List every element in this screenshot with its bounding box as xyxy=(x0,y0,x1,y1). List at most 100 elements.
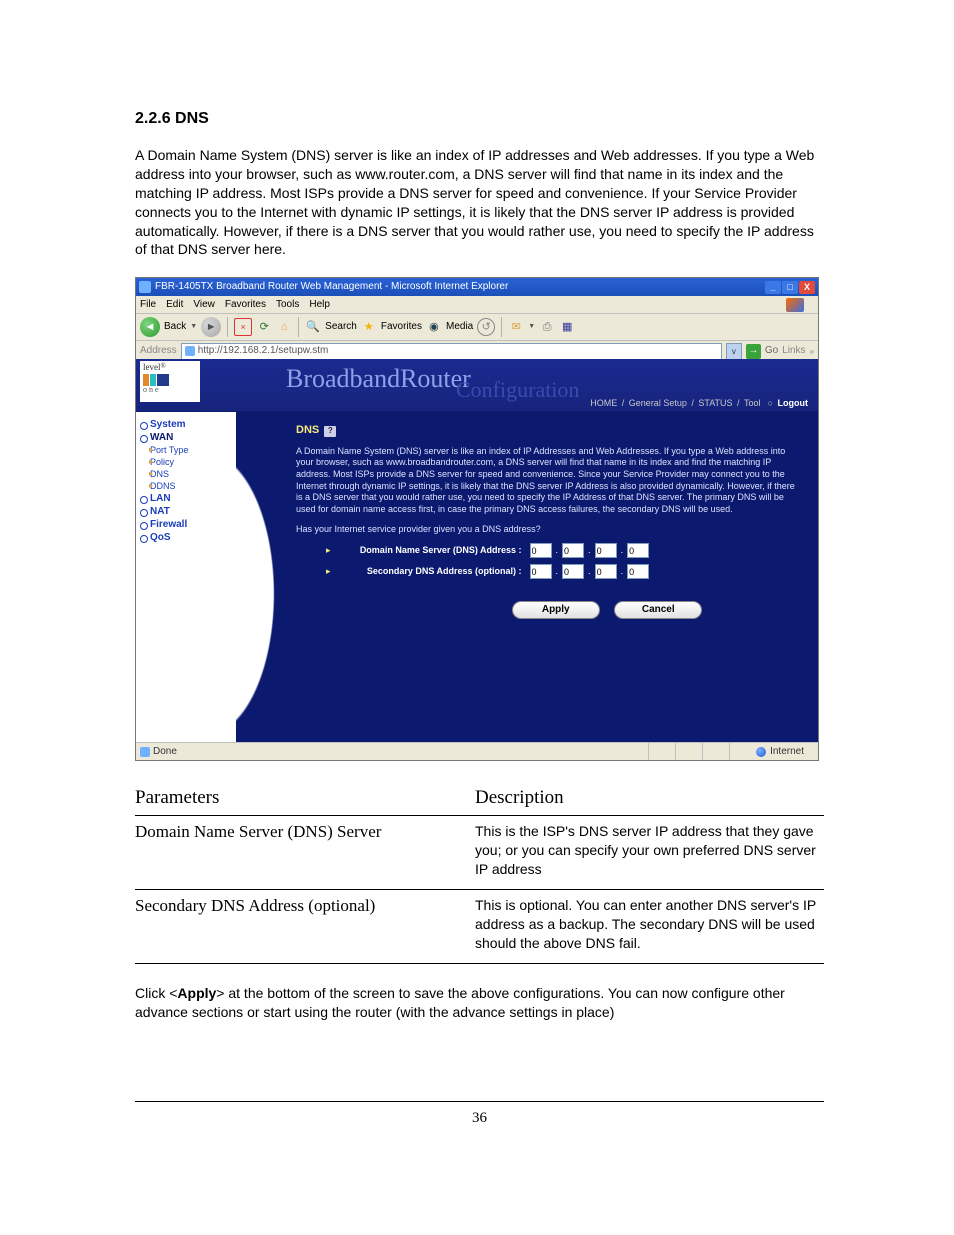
menubar: File Edit View Favorites Tools Help xyxy=(136,296,818,314)
status-bar: Done Internet xyxy=(136,742,818,760)
url-dropdown-icon[interactable]: v xyxy=(726,343,742,360)
nav-dns[interactable]: DNS xyxy=(140,469,232,480)
back-label[interactable]: Back xyxy=(164,321,186,333)
primary-dns-row: ▸ Domain Name Server (DNS) Address : . .… xyxy=(326,543,798,558)
param-desc: This is the ISP's DNS server IP address … xyxy=(475,822,824,879)
nav-qos[interactable]: QoS xyxy=(140,532,232,544)
intro-paragraph: A Domain Name System (DNS) server is lik… xyxy=(135,146,824,259)
col-description: Description xyxy=(475,787,824,809)
dns-prompt: Has your Internet service provider given… xyxy=(296,524,798,536)
nav-lan[interactable]: LAN xyxy=(140,493,232,505)
nav-firewall[interactable]: Firewall xyxy=(140,519,232,531)
done-icon xyxy=(140,747,150,757)
stop-icon[interactable]: × xyxy=(234,318,252,336)
cancel-button[interactable]: Cancel xyxy=(614,601,702,619)
section-heading: 2.2.6 DNS xyxy=(135,110,824,128)
edit-icon[interactable]: ▦ xyxy=(559,319,575,335)
banner-subtitle: Configuration xyxy=(456,377,579,403)
browser-window: FBR-1405TX Broadband Router Web Manageme… xyxy=(135,277,819,761)
top-link-logout[interactable]: Logout xyxy=(778,398,809,408)
window-title: FBR-1405TX Broadband Router Web Manageme… xyxy=(155,281,508,293)
nav-port-type[interactable]: Port Type xyxy=(140,445,232,456)
menu-help[interactable]: Help xyxy=(309,299,330,311)
dns2-octet-d[interactable] xyxy=(627,564,649,579)
help-icon[interactable]: ? xyxy=(324,426,336,437)
param-name: Secondary DNS Address (optional) xyxy=(135,896,475,953)
dns1-octet-a[interactable] xyxy=(530,543,552,558)
col-parameters: Parameters xyxy=(135,787,475,809)
sidebar: System WAN Port Type Policy DNS DDNS LAN… xyxy=(136,412,236,743)
minimize-button[interactable]: _ xyxy=(765,281,781,294)
favorites-icon[interactable]: ★ xyxy=(361,319,377,335)
mail-dropdown-icon[interactable]: ▼ xyxy=(528,323,535,331)
status-done: Done xyxy=(153,746,177,758)
top-link-tool[interactable]: Tool xyxy=(744,398,761,408)
links-label[interactable]: Links xyxy=(782,345,805,357)
titlebar: FBR-1405TX Broadband Router Web Manageme… xyxy=(136,278,818,296)
menu-favorites[interactable]: Favorites xyxy=(225,299,266,311)
param-name: Domain Name Server (DNS) Server xyxy=(135,822,475,879)
internet-zone-icon xyxy=(756,747,766,757)
page-number: 36 xyxy=(135,1101,824,1127)
forward-button[interactable]: ► xyxy=(201,317,221,337)
home-icon[interactable]: ⌂ xyxy=(276,319,292,335)
parameters-table: Parameters Description Domain Name Serve… xyxy=(135,787,824,963)
toolbar: ◄ Back ▼ ► × ⟳ ⌂ 🔍 Search ★ Favorites ◉ … xyxy=(136,314,818,341)
primary-dns-label: Domain Name Server (DNS) Address : xyxy=(337,545,522,556)
maximize-button[interactable]: □ xyxy=(782,281,798,294)
menu-edit[interactable]: Edit xyxy=(166,299,183,311)
dns2-octet-a[interactable] xyxy=(530,564,552,579)
url-text: http://192.168.2.1/setupw.stm xyxy=(198,345,329,357)
media-label[interactable]: Media xyxy=(446,321,473,333)
address-label: Address xyxy=(140,345,177,357)
page-icon xyxy=(185,346,195,356)
back-dropdown-icon[interactable]: ▼ xyxy=(190,323,197,331)
main-panel: DNS ? A Domain Name System (DNS) server … xyxy=(236,412,818,743)
history-icon[interactable]: ↺ xyxy=(477,318,495,336)
nav-system[interactable]: System xyxy=(140,419,232,431)
top-link-status[interactable]: STATUS xyxy=(698,398,732,408)
dns1-octet-d[interactable] xyxy=(627,543,649,558)
banner: level® one BroadbandRouter Configuration… xyxy=(136,359,818,412)
nav-wan[interactable]: WAN xyxy=(140,432,232,444)
top-nav: HOME / General Setup / STATUS / Tool ○ L… xyxy=(588,398,810,409)
print-icon[interactable]: ⎙ xyxy=(539,319,555,335)
back-button[interactable]: ◄ xyxy=(140,317,160,337)
menu-tools[interactable]: Tools xyxy=(276,299,299,311)
windows-logo-icon xyxy=(786,298,804,312)
search-label[interactable]: Search xyxy=(325,321,357,333)
dns1-octet-c[interactable] xyxy=(595,543,617,558)
search-icon[interactable]: 🔍 xyxy=(305,319,321,335)
refresh-icon[interactable]: ⟳ xyxy=(256,319,272,335)
top-link-home[interactable]: HOME xyxy=(590,398,617,408)
nav-ddns[interactable]: DDNS xyxy=(140,481,232,492)
go-button[interactable]: → xyxy=(746,344,761,359)
page-heading: DNS ? xyxy=(296,424,798,437)
close-button[interactable]: X xyxy=(799,281,815,294)
dns-description: A Domain Name System (DNS) server is lik… xyxy=(296,446,798,516)
secondary-dns-label: Secondary DNS Address (optional) : xyxy=(337,566,522,577)
apply-button[interactable]: Apply xyxy=(512,601,600,619)
router-config-page: level® one BroadbandRouter Configuration… xyxy=(136,359,818,743)
nav-nat[interactable]: NAT xyxy=(140,506,232,518)
top-link-setup[interactable]: General Setup xyxy=(629,398,687,408)
go-label[interactable]: Go xyxy=(765,345,778,357)
dns2-octet-c[interactable] xyxy=(595,564,617,579)
banner-title: BroadbandRouter xyxy=(286,363,471,394)
status-zone: Internet xyxy=(770,746,804,758)
dns1-octet-b[interactable] xyxy=(562,543,584,558)
levelone-logo: level® one xyxy=(140,361,200,402)
nav-policy[interactable]: Policy xyxy=(140,457,232,468)
menu-file[interactable]: File xyxy=(140,299,156,311)
url-input[interactable]: http://192.168.2.1/setupw.stm xyxy=(181,343,722,360)
menu-view[interactable]: View xyxy=(193,299,215,311)
media-icon[interactable]: ◉ xyxy=(426,319,442,335)
links-expand-icon[interactable]: » xyxy=(810,347,814,357)
closing-text: Click <Apply> at the bottom of the scree… xyxy=(135,984,824,1022)
ie-icon xyxy=(139,281,151,293)
dns2-octet-b[interactable] xyxy=(562,564,584,579)
favorites-label[interactable]: Favorites xyxy=(381,321,422,333)
param-desc: This is optional. You can enter another … xyxy=(475,896,824,953)
secondary-dns-row: ▸ Secondary DNS Address (optional) : . .… xyxy=(326,564,798,579)
mail-icon[interactable]: ✉ xyxy=(508,319,524,335)
